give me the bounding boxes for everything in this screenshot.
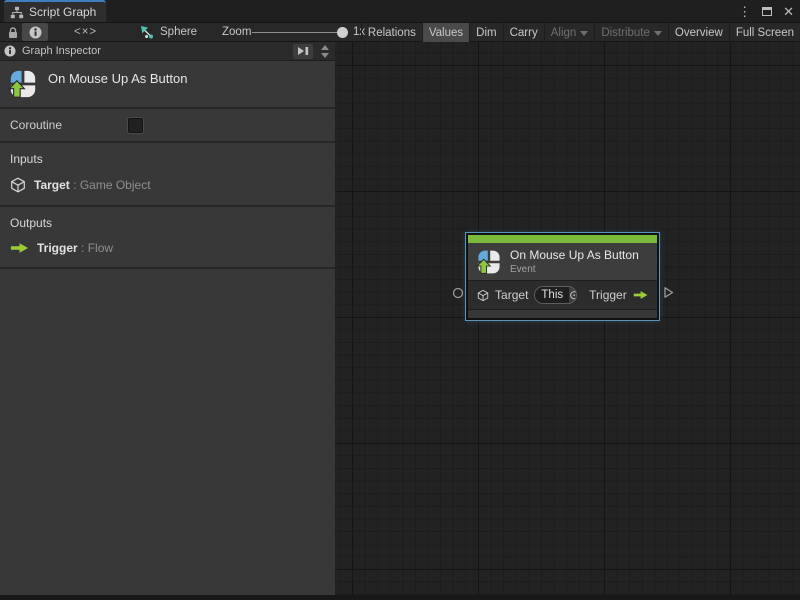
target-value-chip[interactable]: This ⊙: [534, 286, 578, 304]
inspector-title: Graph Inspector: [22, 45, 101, 57]
node-footer: [468, 309, 657, 318]
zoom-label: Zoom: [222, 26, 252, 38]
chevron-down-icon: [321, 52, 329, 58]
window-bottom-edge: [0, 595, 800, 600]
inputs-header: Inputs: [10, 152, 43, 166]
full-screen-button[interactable]: Full Screen: [728, 23, 800, 42]
graph-hierarchy-icon: [10, 6, 24, 18]
flow-arrow-icon: [633, 291, 648, 299]
node-subtitle: Event: [510, 264, 536, 275]
input-port-row: Target : Game Object: [10, 177, 325, 193]
tab-script-graph[interactable]: Script Graph: [4, 0, 107, 22]
tab-bar: Script Graph ⋮ ✕: [0, 0, 800, 22]
graph-inspector-panel: Graph Inspector On Mouse Up As Button Co…: [0, 42, 335, 595]
target-value: This: [535, 287, 570, 303]
output-port-triangle[interactable]: [663, 286, 674, 299]
zoom-slider-knob[interactable]: [337, 27, 348, 38]
close-icon[interactable]: ✕: [783, 5, 794, 18]
graph-canvas[interactable]: On Mouse Up As Button Event Target This …: [335, 42, 800, 600]
dock-panel-button[interactable]: [293, 43, 313, 59]
mouse-up-icon: [476, 250, 500, 274]
outputs-section: Outputs Trigger : Flow: [0, 207, 335, 269]
inspector-header: Graph Inspector: [0, 42, 335, 61]
dim-button[interactable]: Dim: [469, 23, 502, 42]
node-header[interactable]: On Mouse Up As Button Event: [468, 243, 657, 280]
chevron-up-icon: [321, 44, 329, 50]
relations-button[interactable]: Relations: [360, 23, 422, 42]
output-port-name: Trigger: [37, 241, 78, 255]
align-button[interactable]: Align: [543, 23, 595, 42]
overview-button[interactable]: Overview: [667, 23, 729, 42]
maximize-icon[interactable]: [762, 6, 773, 16]
coroutine-checkbox[interactable]: [128, 117, 143, 133]
node-accent-bar: [468, 235, 657, 243]
input-port-type: Game Object: [79, 178, 151, 192]
inputs-section: Inputs Target : Game Object: [0, 143, 335, 207]
unit-title-text: On Mouse Up As Button: [48, 70, 188, 86]
graph-pointer-icon[interactable]: [138, 23, 154, 41]
output-port-type: Flow: [87, 241, 114, 255]
node-input-label: Target: [495, 288, 529, 302]
node-port-row: Target This ⊙ Trigger: [468, 280, 657, 309]
node-output-label: Trigger: [589, 288, 627, 302]
chevron-down-icon: [653, 30, 662, 36]
toolbar-button-group: Relations Values Dim Carry Align Distrib…: [360, 23, 800, 42]
mouse-up-icon: [8, 70, 36, 98]
zoom-slider-track[interactable]: [252, 32, 344, 33]
info-icon: [29, 26, 41, 38]
play-bar-icon: [298, 47, 309, 55]
output-port-row: Trigger : Flow: [10, 241, 325, 255]
distribute-button[interactable]: Distribute: [594, 23, 668, 42]
object-picker-icon[interactable]: ⊙: [569, 287, 577, 303]
input-port-name: Target: [34, 178, 70, 192]
info-icon: [4, 45, 16, 57]
game-object-cube-icon: [477, 289, 489, 301]
coroutine-row: Coroutine: [0, 109, 335, 143]
coroutine-label: Coroutine: [10, 118, 63, 132]
lock-icon[interactable]: [6, 23, 20, 41]
tab-title: Script Graph: [29, 5, 97, 19]
values-button[interactable]: Values: [421, 23, 470, 42]
chevron-down-icon: [580, 30, 589, 36]
event-node[interactable]: On Mouse Up As Button Event Target This …: [452, 232, 674, 321]
kebab-menu-icon[interactable]: ⋮: [738, 5, 751, 18]
flow-arrow-icon: [10, 243, 29, 253]
input-port-circle[interactable]: [452, 287, 464, 299]
unit-title-row: On Mouse Up As Button: [0, 61, 335, 109]
outputs-header: Outputs: [10, 216, 53, 230]
game-object-cube-icon: [11, 177, 25, 193]
context-object-label[interactable]: Sphere: [160, 23, 197, 41]
code-view-icon[interactable]: <×>: [74, 23, 97, 41]
panel-scrubber[interactable]: [319, 43, 331, 59]
node-title: On Mouse Up As Button: [510, 248, 639, 262]
carry-button[interactable]: Carry: [502, 23, 544, 42]
graph-toolbar: <×> Sphere Zoom 1x Relations Values Dim …: [0, 22, 800, 42]
inspector-toggle-button[interactable]: [22, 23, 48, 41]
